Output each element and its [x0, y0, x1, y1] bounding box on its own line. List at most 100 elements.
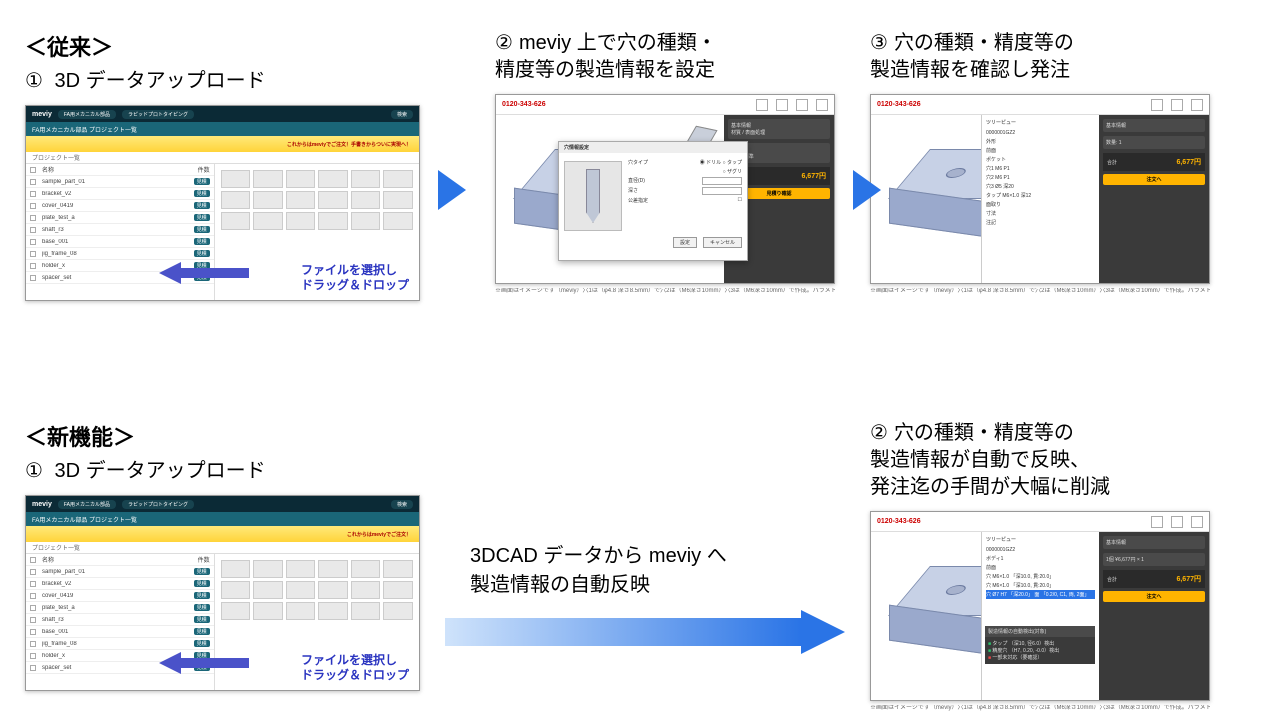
tree-item: ボディ1	[986, 554, 1095, 563]
list-title: プロジェクト一覧	[32, 153, 80, 162]
conv-step3: ③穴の種類・精度等の 製造情報を確認し発注 0120-343-626	[835, 30, 1275, 296]
toolbar-icon	[1151, 516, 1163, 528]
toolbar-icon	[1191, 516, 1203, 528]
flow-arrow-icon	[853, 170, 881, 210]
auto-detect-warn: 一部未対応（要確認）	[988, 654, 1092, 661]
new-step1: ＜新機能＞ ① 3D データアップロード meviy FA用メカニカル部品ラピッ…	[0, 420, 435, 691]
hole-preview-icon	[564, 161, 622, 231]
screenshot-3d-confirm: 0120-343-626 ツリービュー 0000001GZ2 外形	[870, 94, 1210, 284]
lbl: 深さ	[628, 187, 638, 195]
price-value: 6,677円	[1176, 574, 1201, 584]
arrow-label-l1: 3DCAD データから meviy へ	[470, 542, 727, 571]
tree-item: 寸法	[986, 209, 1095, 218]
support-tel: 0120-343-626	[502, 101, 546, 108]
footnote: ※画面はイメージです（meviy）穴1は（φ4.8 深さ8.5mm）で穴2は（M…	[495, 288, 835, 296]
section-label-new: ＜新機能＞	[25, 420, 435, 452]
big-arrow-label: 3DCAD データから meviy へ 製造情報の自動反映	[470, 542, 727, 600]
tree-title: ツリービュー	[986, 119, 1095, 126]
tree-item: 面取り	[986, 200, 1095, 209]
app-logo: meviy	[32, 501, 52, 508]
drag-drop-arrow-icon	[159, 652, 249, 674]
feature-tree: ツリービュー 0000001GZ2 外形 前面 ポケット 穴1 M6 P1 穴2…	[981, 115, 1099, 283]
flow-arrow-icon	[438, 170, 466, 210]
order-button[interactable]: 注文へ	[1103, 591, 1205, 602]
step-title-text: 3D データアップロード	[55, 460, 266, 482]
new-step2: ②穴の種類・精度等の 製造情報が自動で反映、 発注迄の手間が大幅に削減 0120…	[835, 420, 1275, 713]
toolbar-icon	[756, 99, 768, 111]
order-button[interactable]: 注文へ	[1103, 174, 1205, 185]
step-number: ③	[870, 30, 888, 57]
unit-price: 1個 ¥6,677円 × 1	[1106, 556, 1202, 563]
toolbar-icon	[1191, 99, 1203, 111]
tree-item: 穴 M6×1.0 「深10.0, 貫:20.0」	[986, 581, 1095, 590]
toolbar: プロジェクト一覧	[26, 152, 419, 164]
price-value: 6,677円	[1176, 157, 1201, 167]
side-panel: 基本情報 1個 ¥6,677円 × 1 合計6,677円 注文へ	[1099, 532, 1209, 700]
hole-settings-dialog: 穴情報設定 穴タイプ ◉ ドリル ○ タップ ○ ザグリ 直径(D) 深さ 公差…	[558, 141, 748, 261]
tree-item: 穴2 M6 P1	[986, 173, 1095, 182]
arrow-label-l2: 製造情報の自動反映	[470, 571, 727, 600]
opt: ドリル	[706, 160, 721, 166]
tree-part-code: 0000001GZ2	[986, 546, 1095, 554]
tree-item: 注記	[986, 218, 1095, 227]
drop-line1: ファイルを選択し	[301, 263, 409, 279]
screenshot-3d-configure: 0120-343-626 穴情報設定	[495, 94, 835, 284]
tree-item-selected: 穴 Ø7 H7 「深20.0」 面 「0.2/0, C1, 両, 2面」	[986, 590, 1095, 599]
auto-detect-panel: 製造情報の自動検出(対象) タップ （深10, 径6.0）検出 精度穴 （H7,…	[985, 626, 1095, 664]
screenshot-project-list-conv: meviy FA用メカニカル部品 ラピッドプロトタイピング 検索 FA用メカニカ…	[25, 105, 420, 301]
footnote: ※画面はイメージです（meviy）穴1は（φ4.8 深さ8.5mm）で穴2は（M…	[870, 705, 1210, 713]
opt: タップ	[727, 160, 742, 166]
tree-item: 外形	[986, 137, 1095, 146]
toolbar-icon	[1151, 99, 1163, 111]
section-label-conventional: ＜従来＞	[25, 30, 435, 62]
app-logo: meviy	[32, 111, 52, 118]
new-step2-title: ②穴の種類・精度等の 製造情報が自動で反映、 発注迄の手間が大幅に削減	[870, 420, 1275, 501]
lbl: 直径(D)	[628, 177, 645, 185]
lbl: 穴タイプ	[628, 159, 648, 166]
big-flow-arrow-icon	[445, 610, 845, 654]
price-label: 合計	[1107, 576, 1117, 583]
toolbar-icon	[796, 99, 808, 111]
drag-drop-instruction: ファイルを選択し ドラッグ＆ドロップ	[301, 653, 409, 684]
tree-title: ツリービュー	[986, 536, 1095, 543]
drop-line2: ドラッグ＆ドロップ	[301, 668, 409, 684]
3d-viewport: ツリービュー 0000001GZ2 ボディ1 前面 穴 M6×1.0 「深10.…	[871, 532, 1099, 700]
t: 精度等の製造情報を設定	[495, 59, 715, 81]
toolbar-icon	[776, 99, 788, 111]
auto-detect-ok: タップ （深10, 径6.0）検出	[988, 640, 1092, 647]
t: 製造情報を確認し発注	[870, 59, 1070, 81]
tree-item: 穴 M6×1.0 「深10.0, 貫:20.0」	[986, 572, 1095, 581]
lbl: 公差指定	[628, 197, 648, 204]
auto-detect-title: 製造情報の自動検出(対象)	[985, 626, 1095, 637]
tree-item: 前面	[986, 563, 1095, 572]
dialog-ok-button[interactable]: 設定	[673, 237, 697, 248]
step-number: ②	[870, 420, 888, 447]
screenshot-project-list-new: meviy FA用メカニカル部品ラピッドプロトタイピング検索 FA用メカニカル部…	[25, 495, 420, 691]
step-number: ②	[495, 30, 513, 57]
toolbar-icon	[1171, 516, 1183, 528]
conv-step3-title: ③穴の種類・精度等の 製造情報を確認し発注	[870, 30, 1275, 84]
tree-item: 前面	[986, 146, 1095, 155]
tree-item: 穴3 Ø5 深20	[986, 182, 1095, 191]
toolbar-icon	[1171, 99, 1183, 111]
step-number: ①	[25, 68, 43, 95]
screenshot-3d-autodetect: 0120-343-626 ツリービュー 0000001GZ2 ボディ1	[870, 511, 1210, 701]
row-conventional: ＜従来＞ ① 3D データアップロード meviy FA用メカニカル部品 ラピッ…	[0, 30, 1280, 301]
tree-item: 穴1 M6 P1	[986, 164, 1095, 173]
drop-line1: ファイルを選択し	[301, 653, 409, 669]
t: 発注迄の手間が大幅に削減	[870, 476, 1110, 498]
conv-step1: ＜従来＞ ① 3D データアップロード meviy FA用メカニカル部品 ラピッ…	[0, 30, 435, 301]
side-panel: 基本情報 数量: 1 合計6,677円 注文へ	[1099, 115, 1209, 283]
price-value: 6,677円	[801, 171, 826, 181]
dialog-fields: 穴タイプ ◉ ドリル ○ タップ ○ ザグリ 直径(D) 深さ 公差指定☐	[628, 157, 742, 231]
drag-drop-arrow-icon	[159, 262, 249, 284]
tree-part-code: 0000001GZ2	[986, 129, 1095, 137]
toolbar-icon	[816, 99, 828, 111]
thumbnail-area: ファイルを選択し ドラッグ＆ドロップ	[215, 164, 419, 300]
dialog-cancel-button[interactable]: キャンセル	[703, 237, 742, 248]
conv-step2: ②meviy 上で穴の種類・ 精度等の製造情報を設定 0120-343-626	[435, 30, 835, 296]
drag-drop-instruction: ファイルを選択し ドラッグ＆ドロップ	[301, 263, 409, 294]
conv-step1-title: ① 3D データアップロード	[25, 68, 435, 95]
new-step1-title: ① 3D データアップロード	[25, 458, 435, 485]
3d-viewport: 穴情報設定 穴タイプ ◉ ドリル ○ タップ ○ ザグリ 直径(D) 深さ 公差…	[496, 115, 724, 283]
